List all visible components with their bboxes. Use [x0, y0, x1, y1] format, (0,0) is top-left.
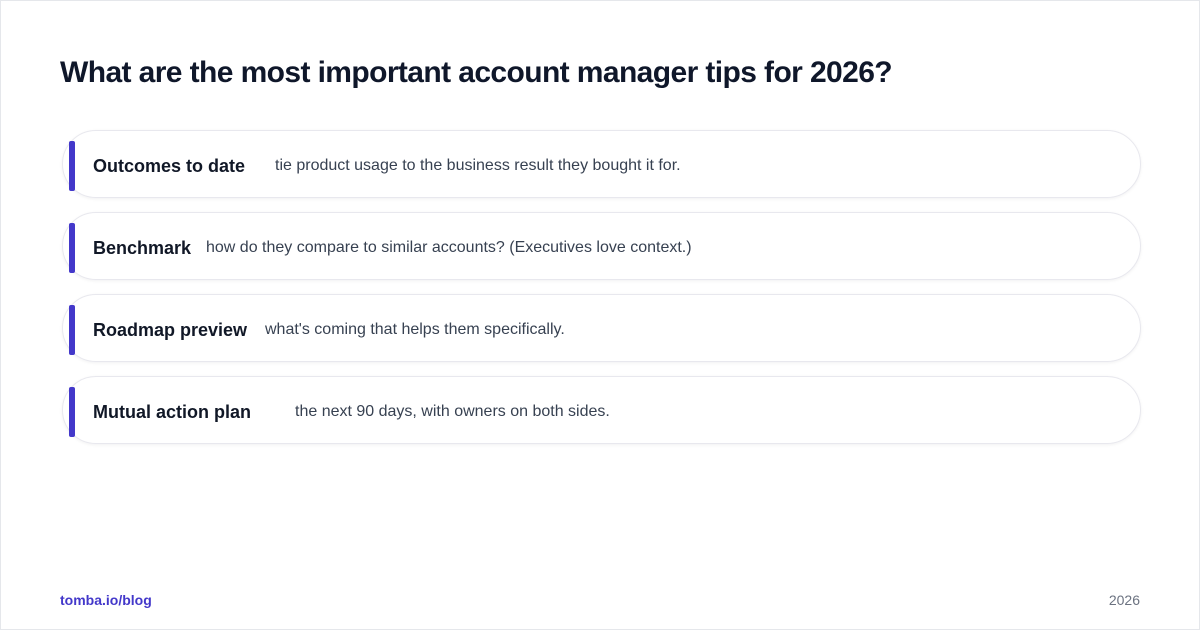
- accent-bar: [69, 223, 75, 273]
- tip-item-outcomes: Outcomes to date tie product usage to th…: [62, 130, 1141, 198]
- tip-description: how do they compare to similar accounts?…: [206, 239, 692, 256]
- blog-link[interactable]: tomba.io/blog: [60, 592, 152, 608]
- card: What are the most important account mana…: [0, 0, 1200, 630]
- tip-term: Mutual action plan: [93, 402, 252, 422]
- accent-bar: [69, 387, 75, 437]
- tip-description: tie product usage to the business result…: [275, 157, 681, 174]
- tip-term: Outcomes to date: [93, 156, 246, 176]
- tip-term: Benchmark: [93, 238, 192, 258]
- accent-bar: [69, 141, 75, 191]
- tip-description: what's coming that helps them specifical…: [265, 321, 565, 338]
- accent-bar: [69, 305, 75, 355]
- footer-year: 2026: [1108, 592, 1140, 608]
- tip-item-benchmark: Benchmark how do they compare to similar…: [62, 212, 1141, 280]
- tip-item-roadmap: Roadmap preview what's coming that helps…: [62, 294, 1141, 362]
- tip-item-action-plan: Mutual action plan the next 90 days, wit…: [62, 376, 1141, 444]
- tips-list: Outcomes to date tie product usage to th…: [62, 130, 1141, 458]
- tip-description: the next 90 days, with owners on both si…: [295, 403, 610, 420]
- page-title: What are the most important account mana…: [60, 56, 893, 89]
- tip-term: Roadmap preview: [93, 320, 248, 340]
